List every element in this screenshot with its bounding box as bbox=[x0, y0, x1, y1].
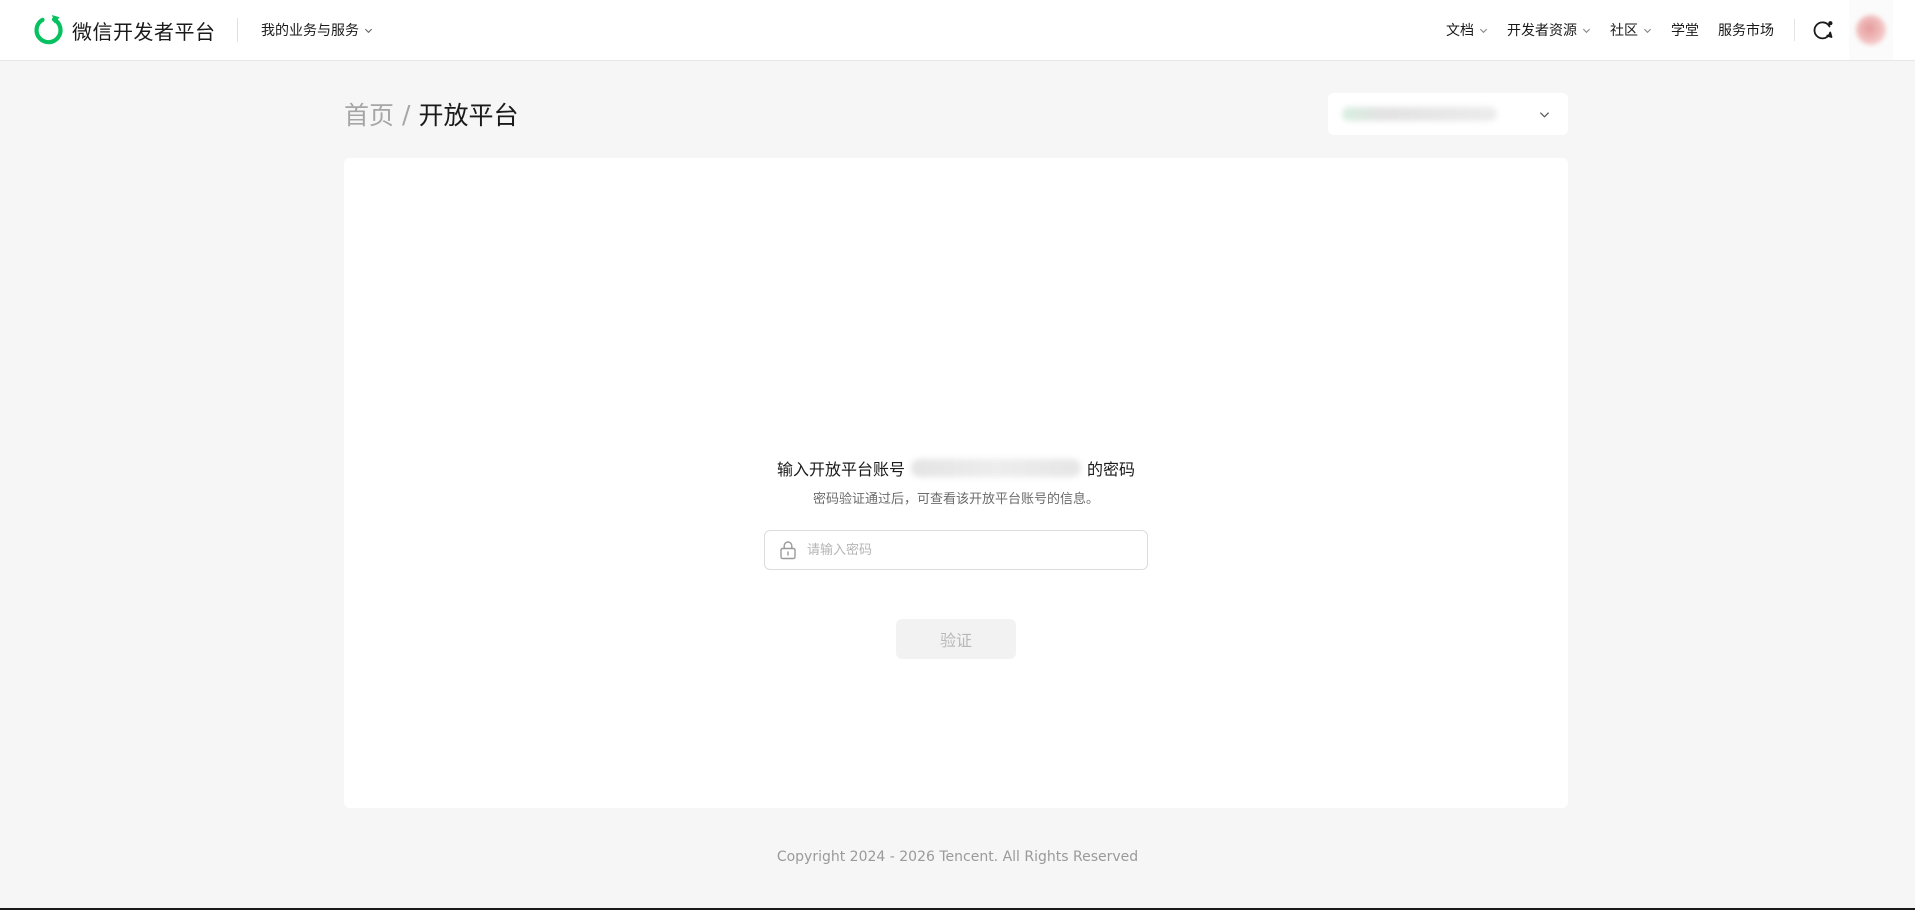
wechat-dev-logo-icon bbox=[34, 15, 63, 45]
account-selector[interactable] bbox=[1328, 93, 1568, 135]
masked-account-name bbox=[1342, 107, 1497, 121]
breadcrumb: 首页 / 开放平台 bbox=[344, 96, 518, 132]
password-input[interactable] bbox=[805, 535, 1135, 565]
nav-dev-resources[interactable]: 开发者资源 bbox=[1507, 20, 1591, 40]
page-title: 开放平台 bbox=[418, 101, 519, 130]
verify-subtitle: 密码验证通过后，可查看该开放平台账号的信息。 bbox=[812, 492, 1099, 507]
nav-docs-label: 文档 bbox=[1446, 23, 1474, 39]
nav-market[interactable]: 服务市场 bbox=[1718, 20, 1774, 40]
business-services-menu[interactable]: 我的业务与服务 bbox=[261, 19, 373, 41]
nav-market-label: 服务市场 bbox=[1718, 23, 1774, 39]
nav-right: 文档 开发者资源 社区 学堂 服务市场 bbox=[1446, 0, 1915, 60]
footer-copyright: Copyright 2024 - 2026 Tencent. All Right… bbox=[776, 849, 1139, 865]
chevron-down-icon bbox=[364, 28, 373, 33]
nav-academy[interactable]: 学堂 bbox=[1671, 20, 1699, 40]
business-services-label: 我的业务与服务 bbox=[261, 23, 359, 39]
nav-dev-resources-label: 开发者资源 bbox=[1507, 23, 1577, 39]
main-card: 输入开放平台账号 的密码 密码验证通过后，可查看该开放平台账号的信息。 验证 bbox=[344, 158, 1568, 808]
chevron-down-icon bbox=[1582, 28, 1591, 33]
nav-separator bbox=[1794, 19, 1795, 41]
topbar-divider bbox=[237, 18, 238, 42]
nav-docs[interactable]: 文档 bbox=[1446, 20, 1488, 40]
masked-account-id bbox=[911, 459, 1081, 477]
breadcrumb-home-link[interactable]: 首页 bbox=[344, 96, 394, 132]
nav-academy-label: 学堂 bbox=[1671, 23, 1699, 39]
avatar bbox=[1856, 15, 1886, 45]
nav-community[interactable]: 社区 bbox=[1610, 20, 1652, 40]
user-avatar-button[interactable] bbox=[1849, 0, 1893, 60]
feedback-button[interactable] bbox=[1811, 18, 1835, 42]
verify-button[interactable]: 验证 bbox=[896, 619, 1016, 659]
lock-icon bbox=[780, 541, 796, 560]
chevron-down-icon bbox=[1479, 28, 1488, 33]
feedback-icon bbox=[1813, 21, 1833, 40]
top-navigation-bar: 微信开发者平台 我的业务与服务 文档 开发者资源 社区 学堂 服务市场 bbox=[0, 0, 1915, 61]
brand[interactable]: 微信开发者平台 bbox=[32, 13, 216, 47]
chevron-down-icon bbox=[1539, 112, 1550, 118]
verify-title-prefix: 输入开放平台账号 bbox=[776, 460, 905, 479]
nav-community-label: 社区 bbox=[1610, 23, 1638, 39]
password-field[interactable] bbox=[764, 530, 1148, 570]
breadcrumb-separator: / bbox=[402, 99, 411, 129]
verify-title: 输入开放平台账号 的密码 bbox=[344, 456, 1568, 480]
chevron-down-icon bbox=[1643, 28, 1652, 33]
verify-title-suffix: 的密码 bbox=[1087, 460, 1136, 479]
brand-name: 微信开发者平台 bbox=[72, 19, 216, 44]
